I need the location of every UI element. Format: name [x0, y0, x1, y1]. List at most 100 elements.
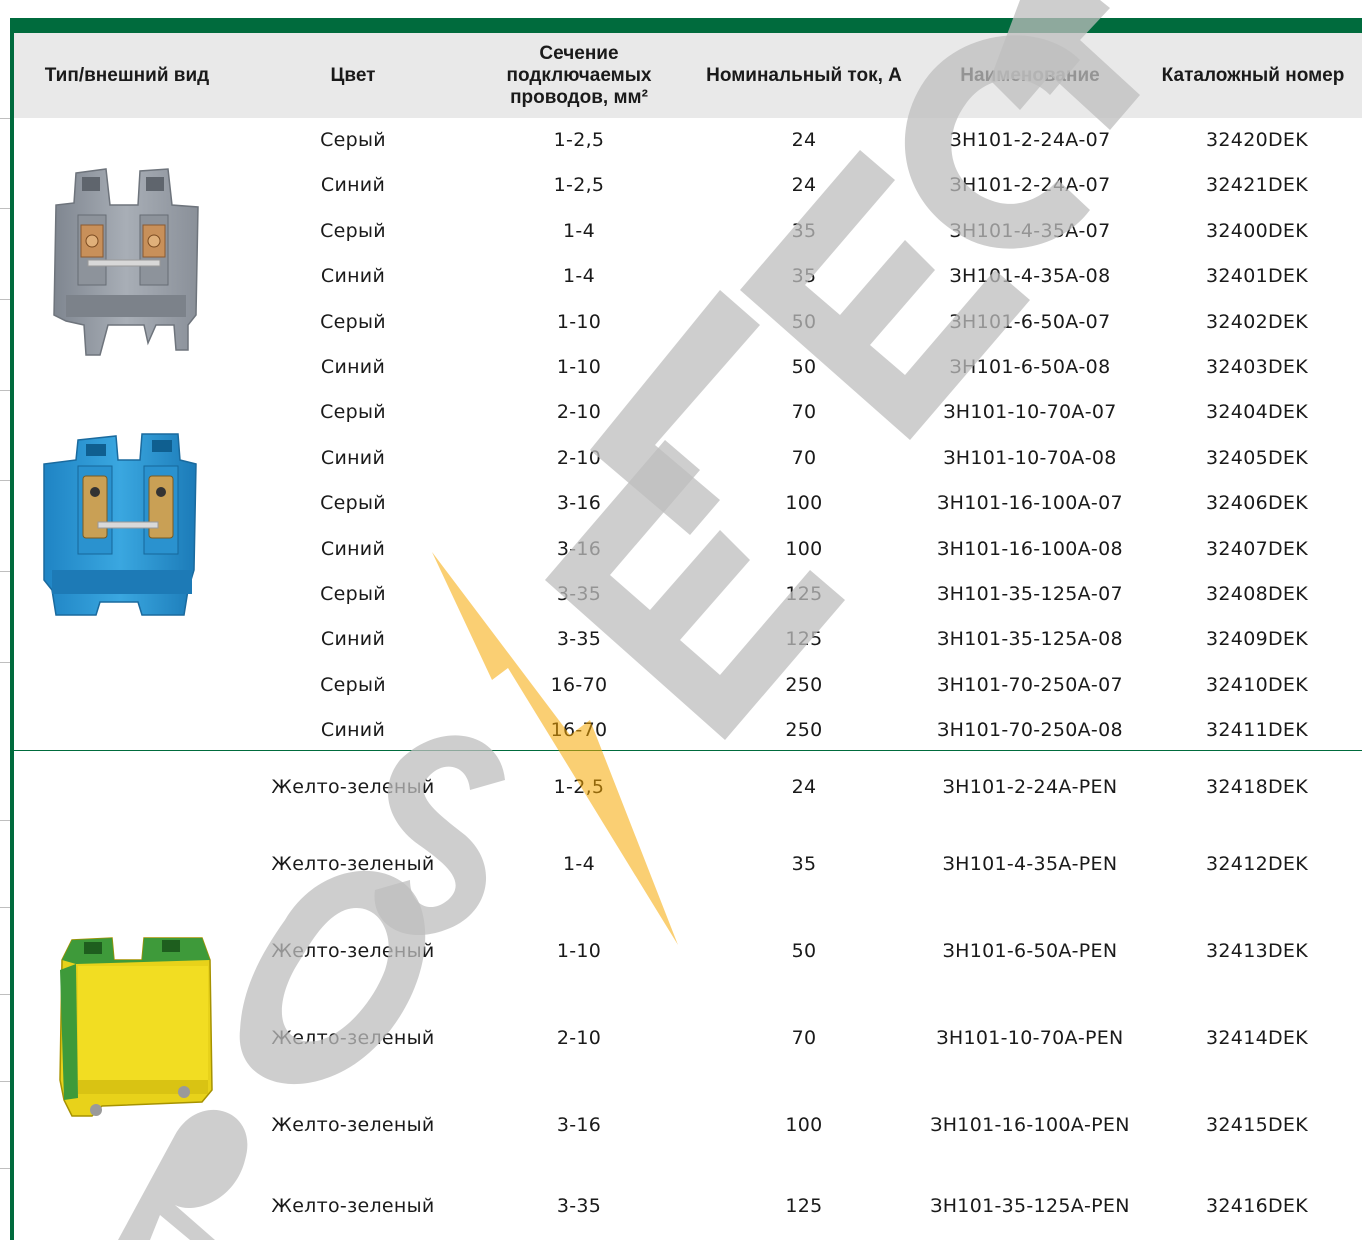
cell-current: 70 [791, 401, 817, 424]
cell-color: Серый [320, 583, 386, 605]
watermark-letter-s [374, 735, 505, 936]
cell-section: 1-10 [556, 356, 602, 378]
cell-catalog: 32412DEK [1206, 853, 1308, 875]
cell-color: Серый [320, 673, 386, 696]
cell-catalog: 32409DEK [1206, 628, 1308, 651]
left-tick [0, 118, 10, 119]
cell-current: 100 [785, 492, 823, 515]
cell-name: ЗН101-4-35А-08 [949, 265, 1111, 288]
cell-catalog: 32414DEK [1206, 1027, 1308, 1049]
cell-section: 3-35 [556, 628, 602, 651]
cell-current: 125 [785, 1195, 823, 1217]
cell-section: 16-70 [550, 719, 608, 742]
cell-current: 125 [785, 583, 823, 605]
cell-current: 35 [791, 219, 817, 242]
cell-section: 3-16 [556, 537, 602, 560]
cell-section: 3-16 [556, 1114, 602, 1136]
cell-color: Синий [320, 265, 386, 288]
cell-color: Желто-зеленый [271, 940, 435, 962]
cell-name: ЗН101-6-50А-07 [949, 310, 1111, 333]
left-tick [0, 571, 10, 572]
cell-color: Синий [320, 174, 386, 197]
cell-section: 3-16 [556, 492, 602, 515]
cell-name: ЗН101-70-250А-08 [937, 719, 1123, 742]
header-section: Сечение подключаемых проводов, мм² [506, 42, 652, 108]
cell-current: 250 [785, 673, 823, 696]
cell-name: ЗН101-2-24А-07 [949, 174, 1111, 197]
cell-name: ЗН101-35-125А-PEN [930, 1195, 1130, 1217]
cell-catalog: 32410DEK [1206, 673, 1308, 696]
cell-section: 1-2,5 [553, 174, 605, 197]
cell-section: 2-10 [556, 446, 602, 469]
cell-catalog: 32420DEK [1206, 129, 1308, 151]
cell-catalog: 32405DEK [1206, 446, 1308, 469]
cell-color: Серый [320, 401, 386, 424]
cell-section: 1-4 [563, 265, 595, 288]
cell-current: 125 [785, 628, 823, 651]
cell-color: Синий [320, 628, 386, 651]
cell-name: ЗН101-10-70А-08 [943, 446, 1117, 469]
cell-section: 1-4 [563, 853, 595, 875]
header-color: Цвет [330, 64, 376, 86]
cell-current: 24 [791, 174, 817, 197]
cell-color: Желто-зеленый [271, 776, 435, 798]
cell-color: Серый [320, 492, 386, 515]
cell-name: ЗН101-10-70А-07 [943, 401, 1117, 424]
cell-name: ЗН101-6-50А-PEN [942, 940, 1118, 962]
cell-section: 1-10 [556, 310, 602, 333]
cell-catalog: 32413DEK [1206, 940, 1308, 962]
header-name: Наименование [960, 64, 1100, 86]
left-tick [0, 994, 10, 995]
cell-catalog: 32401DEK [1206, 265, 1308, 288]
cell-catalog: 32415DEK [1206, 1114, 1308, 1136]
left-tick [0, 390, 10, 391]
cell-catalog: 32402DEK [1206, 310, 1308, 333]
cell-catalog: 32408DEK [1206, 583, 1308, 605]
cell-catalog: 32404DEK [1206, 401, 1308, 424]
cell-section: 16-70 [550, 673, 608, 696]
cell-name: ЗН101-16-100А-08 [937, 537, 1123, 560]
cell-name: ЗН101-35-125А-08 [937, 628, 1123, 651]
cell-name: ЗН101-4-35А-PEN [942, 853, 1118, 875]
cell-color: Серый [320, 219, 386, 242]
blue-terminal-block-photo [43, 433, 197, 616]
left-accent-rule [10, 18, 14, 1240]
cell-catalog: 32418DEK [1206, 776, 1308, 798]
cell-name: ЗН101-2-24А-PEN [942, 776, 1118, 798]
header-current: Номинальный ток, А [706, 64, 902, 86]
cell-catalog: 32407DEK [1206, 537, 1308, 560]
yellow-green-terminal-block-photo [59, 937, 213, 1117]
cell-catalog: 32411DEK [1206, 719, 1308, 742]
header-type: Тип/внешний вид [44, 64, 210, 86]
cell-section: 3-35 [556, 583, 602, 605]
left-tick [0, 1081, 10, 1082]
cell-section: 1-10 [556, 940, 602, 962]
cell-current: 35 [791, 265, 817, 288]
cell-catalog: 32416DEK [1206, 1195, 1308, 1217]
cell-section: 1-2,5 [553, 776, 605, 798]
header-accent-band [10, 18, 1362, 33]
cell-catalog: 32400DEK [1206, 219, 1308, 242]
cell-name: ЗН101-6-50А-08 [949, 356, 1111, 378]
cell-color: Желто-зеленый [271, 1027, 435, 1049]
cell-current: 70 [791, 446, 817, 469]
cell-color: Серый [320, 129, 386, 151]
cell-current: 24 [791, 129, 817, 151]
cell-current: 100 [785, 537, 823, 560]
cell-color: Синий [320, 537, 386, 560]
cell-section: 1-4 [563, 219, 595, 242]
cell-section: 2-10 [556, 1027, 602, 1049]
cell-catalog: 32406DEK [1206, 492, 1308, 515]
cell-current: 35 [791, 853, 817, 875]
cell-color: Желто-зеленый [271, 1195, 435, 1217]
cell-name: ЗН101-70-250А-07 [937, 673, 1123, 696]
left-tick [0, 820, 10, 821]
header-catalog: Каталожный номер [1161, 64, 1345, 86]
lightning-bolt-logo [432, 552, 678, 945]
group-separator [14, 750, 1362, 751]
cell-current: 50 [791, 940, 817, 962]
left-tick [0, 907, 10, 908]
cell-name: ЗН101-2-24А-07 [949, 129, 1111, 151]
cell-section: 1-2,5 [553, 129, 605, 151]
cell-current: 100 [785, 1114, 823, 1136]
